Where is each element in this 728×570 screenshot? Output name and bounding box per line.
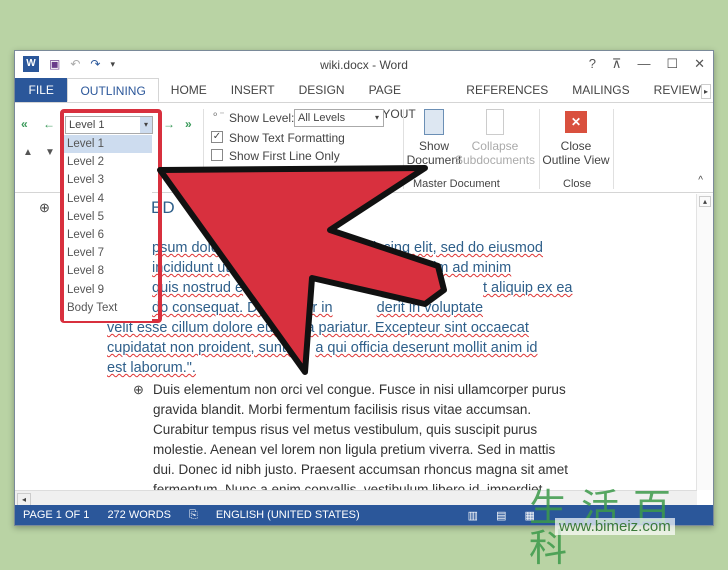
- arrow-shape: [157, 165, 447, 375]
- red-arrow-annotation: [157, 165, 447, 375]
- watermark: 生活百科 www.bimeiz.com: [525, 488, 728, 568]
- watermark-url: www.bimeiz.com: [555, 518, 675, 535]
